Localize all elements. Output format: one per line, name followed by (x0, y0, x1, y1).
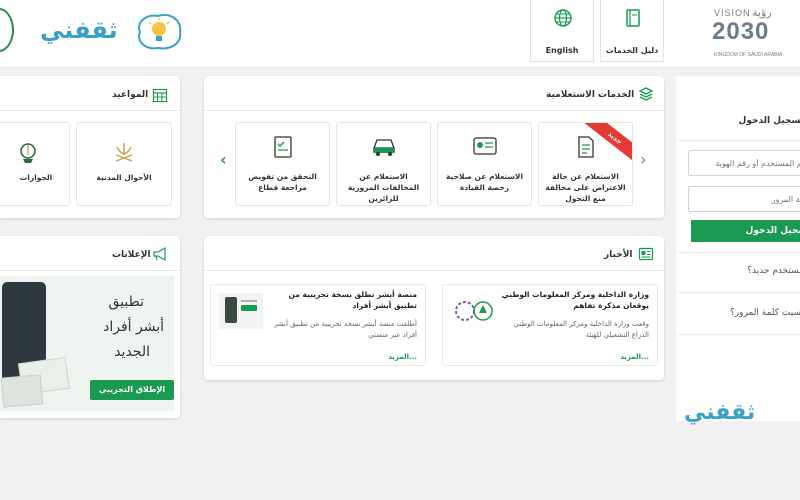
service-card-label: الاستعلام عن المخالفات المرورية للزائرين (347, 172, 420, 203)
appointment-civil-affairs[interactable]: الأحوال المدنية (76, 122, 172, 206)
news-summary: وقعت وزارة الداخلية ومركز المعلومات الوط… (513, 320, 649, 339)
service-card-license-validity[interactable]: الاستعلام عن صلاحية رخصة القيادة (437, 122, 532, 206)
calendar-icon (152, 88, 168, 103)
ads-title: الإعلانات (112, 250, 151, 260)
appointment-label: الجوازات (19, 173, 53, 182)
news-more-link[interactable]: المزيد... (620, 353, 649, 361)
login-button[interactable]: تسجيل الدخول (691, 220, 800, 242)
english-language-button[interactable]: English (530, 0, 594, 62)
service-card-label: الاستعلام عن صلاحية رخصة القيادة (445, 172, 524, 192)
appointment-label: الأحوال المدنية (96, 173, 152, 182)
ad-line-3: الجديد (114, 344, 150, 360)
book-icon (626, 9, 640, 27)
forgot-password-link[interactable]: نسيت كلمة المرور؟ (730, 308, 800, 318)
layers-icon (638, 87, 654, 101)
login-divider (676, 334, 800, 335)
app-promo-thumbnail (219, 293, 263, 329)
globe-icon (554, 9, 572, 27)
top-header: ثقفني English دليل الخدمات VISION رؤية 2… (0, 0, 800, 68)
services-divider (204, 110, 664, 111)
id-card-graphic (0, 374, 44, 408)
emblem-icon (0, 8, 14, 52)
news-divider (204, 270, 664, 271)
id-card-icon (472, 137, 497, 155)
beta-launch-button[interactable]: الإطلاق التجريبي (90, 380, 174, 400)
chevron-left-icon[interactable]: ‹ (220, 150, 227, 169)
ads-divider (0, 270, 180, 271)
megaphone-icon (153, 246, 166, 262)
english-label: English (545, 46, 579, 55)
new-user-link[interactable]: مستخدم جديد؟ (747, 266, 800, 276)
news-title: الأخبار (604, 250, 633, 260)
checklist-icon (273, 136, 292, 158)
news-headline[interactable]: وزارة الداخلية ومركز المعلومات الوطني يو… (499, 289, 649, 311)
service-card-delegation-check[interactable]: التحقق من تفويض مراجعة قطاع (235, 122, 330, 206)
ministry-logos-icon (455, 301, 493, 321)
brand-watermark: ثقفني (684, 400, 756, 425)
news-more-link[interactable]: المزيد... (388, 353, 417, 361)
chevron-right-icon[interactable]: › (640, 150, 647, 169)
login-panel: تسجيل الدخول تسجيل الدخول مستخدم جديد؟ ن… (676, 76, 800, 425)
vision-latin: VISION (714, 8, 751, 18)
vision-2030-logo: VISION رؤية 2030 KINGDOM OF SAUDI ARABIA (712, 4, 800, 64)
service-card-label: التحقق من تفويض مراجعة قطاع (248, 172, 317, 192)
brand-wordmark: ثقفني (40, 16, 118, 44)
vision-year: 2030 (712, 18, 770, 45)
service-card-visitor-violations[interactable]: الاستعلام عن المخالفات المرورية للزائرين (336, 122, 431, 206)
newspaper-icon (638, 247, 654, 261)
appointments-divider (0, 110, 180, 111)
news-item[interactable]: وزارة الداخلية ومركز المعلومات الوطني يو… (442, 284, 658, 366)
services-title: الخدمات الاستعلامية (546, 90, 635, 100)
password-input[interactable] (688, 186, 800, 212)
news-item[interactable]: منصة أبشر تطلق نسخة تجريبية من تطبيق أبش… (210, 284, 426, 366)
car-icon (372, 139, 395, 156)
civil-affairs-emblem-icon (115, 143, 133, 162)
document-icon (577, 136, 594, 158)
login-divider (676, 140, 800, 141)
login-title: تسجيل الدخول (738, 116, 800, 126)
brand-logo[interactable]: ثقفني (40, 10, 190, 56)
login-divider (676, 292, 800, 293)
login-divider (676, 252, 800, 253)
absher-app-banner[interactable]: تطبيق أبشر أفراد الجديد الإطلاق التجريبي (0, 276, 174, 411)
service-card-objection-status[interactable]: جديد الاستعلام عن حالة الاعتراض على مخال… (538, 122, 633, 206)
ad-line-2: أبشر أفراد (103, 319, 164, 335)
vision-country: KINGDOM OF SAUDI ARABIA (714, 52, 783, 58)
ad-line-1: تطبيق (108, 294, 144, 310)
passports-emblem-icon (20, 143, 36, 163)
appointment-passports[interactable]: الجوازات (0, 122, 70, 206)
appointments-title: المواعيد (112, 90, 149, 100)
lightbulb-icon (138, 14, 182, 50)
username-input[interactable] (688, 150, 800, 176)
news-summary: أطلقت منصة أبشر نسخة تجريبية من تطبيق أب… (273, 320, 417, 339)
services-guide-button[interactable]: دليل الخدمات (600, 0, 664, 62)
services-guide-label: دليل الخدمات (605, 46, 659, 55)
service-card-label: الاستعلام عن حالة الاعتراض على مخالفة من… (545, 172, 626, 203)
news-headline[interactable]: منصة أبشر تطلق نسخة تجريبية من تطبيق أبش… (267, 289, 418, 311)
